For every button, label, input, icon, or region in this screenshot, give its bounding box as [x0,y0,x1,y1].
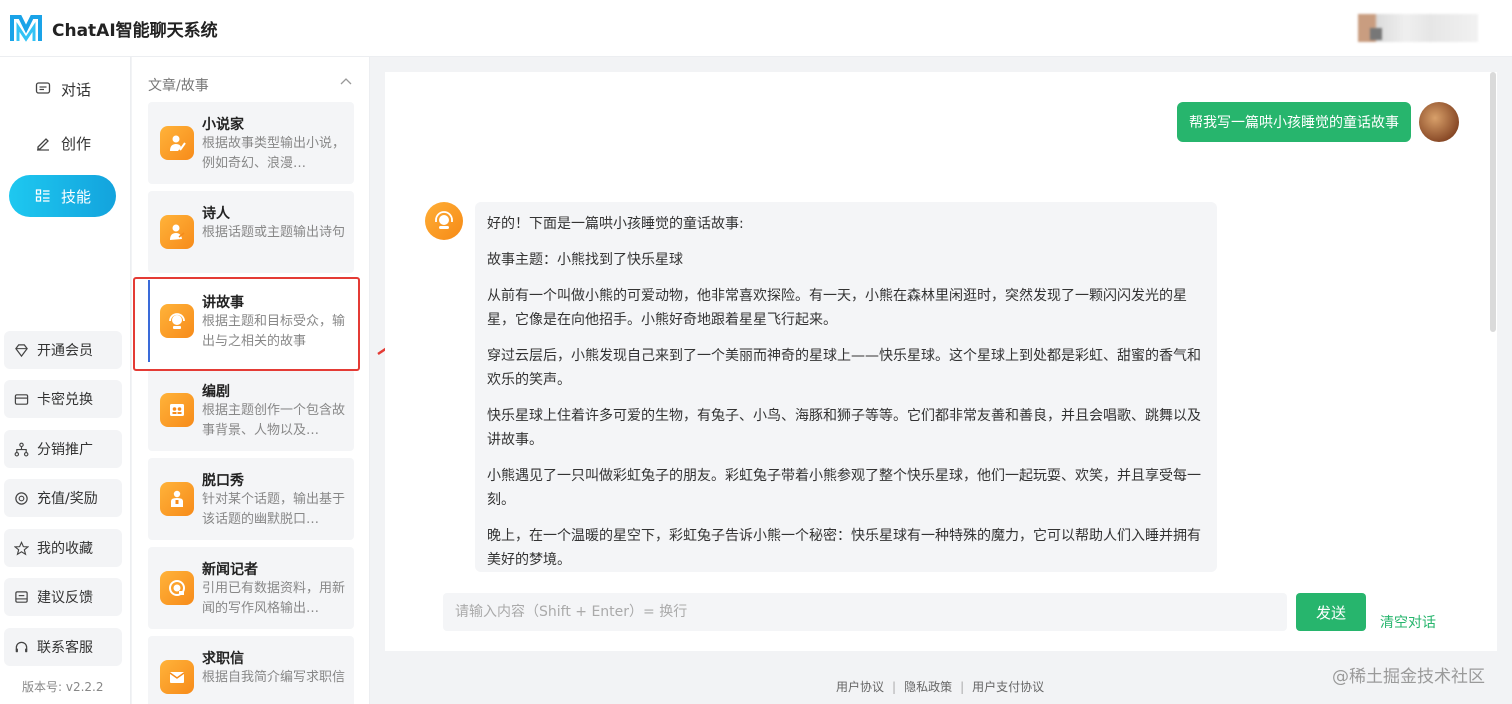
pencil-icon [37,138,49,151]
chat-area: 帮我写一篇哄小孩睡觉的童话故事 好的！下面是一篇哄小孩睡觉的童话故事: 故事主题… [385,72,1497,651]
envelope-icon [160,660,194,694]
feedback-button[interactable]: 建议反馈 [4,578,122,616]
nav-item-create[interactable]: 创作 [9,122,116,164]
skill-card-cover-letter[interactable]: 求职信 根据自我简介编写求职信 [148,636,354,704]
skill-card-poet[interactable]: 诗人 根据话题或主题输出诗句 [148,191,354,273]
card-icon [14,393,29,405]
skill-card-desc: 根据自我简介编写求职信 [202,670,346,685]
footer-separator: | [960,679,965,694]
selected-indicator [148,280,150,362]
nav-item-skills[interactable]: 技能 [9,175,116,217]
bot-message-paragraph: 故事主题：小熊找到了快乐星球 [487,252,683,268]
skill-card-novelist[interactable]: 小说家 根据故事类型输出小说，例如奇幻、浪漫… [148,102,354,184]
side-button-label: 联系客服 [37,640,93,656]
bot-avatar [425,202,463,240]
skills-panel: 文章/故事 小说家 根据故事类型输出小说，例如奇幻、浪漫… 诗人 根据话题或主题… [132,57,370,704]
side-button-label: 卡密兑换 [37,392,93,408]
customer-service-button[interactable]: 联系客服 [4,628,122,666]
clear-chat-button[interactable]: 清空对话 [1380,612,1436,632]
version-label: 版本号: v2.2.2 [22,680,104,694]
skill-card-title: 讲故事 [202,295,244,311]
skill-card-desc: 根据主题创作一个包含故事背景、人物以及… [202,403,346,438]
category-title: 文章/故事 [148,78,209,94]
bot-message-paragraph: 从前有一个叫做小熊的可爱动物，他非常喜欢探险。有一天，小熊在森林里闲逛时，突然发… [487,288,1187,328]
footer-link-payment-agreement[interactable]: 用户支付协议 [972,678,1044,695]
side-button-label: 建议反馈 [37,590,93,606]
skill-card-title: 脱口秀 [202,473,244,489]
skill-card-title: 新闻记者 [202,562,258,578]
screenwriter-icon [160,393,194,427]
star-icon [14,540,29,556]
left-nav: 对话 创作 技能 开通会员 卡密兑换 分销推广 充值/奖励 我的收藏 建议反馈 … [0,57,131,704]
skill-card-journalist[interactable]: 新闻记者 引用已有数据资料，用新闻的写作风格输出… [148,547,354,629]
side-button-label: 我的收藏 [37,541,93,557]
skill-card-title: 小说家 [202,117,244,133]
bot-message-paragraph: 晚上，在一个温暖的星空下，彩虹兔子告诉小熊一个秘密：快乐星球有一种特殊的魔力，它… [487,528,1201,568]
talk-show-icon [160,482,194,516]
novelist-icon [160,126,194,160]
nav-item-chat[interactable]: 对话 [9,68,116,110]
footer-link-user-agreement[interactable]: 用户协议 [836,678,884,695]
referral-button[interactable]: 分销推广 [4,430,122,468]
nav-item-label: 创作 [61,134,92,153]
send-button[interactable]: 发送 [1296,593,1366,631]
chat-icon [35,82,51,94]
user-message-bubble: 帮我写一篇哄小孩睡觉的童话故事 [1177,102,1411,142]
favorites-button[interactable]: 我的收藏 [4,529,122,567]
skill-card-desc: 根据故事类型输出小说，例如奇幻、浪漫… [202,136,346,171]
skill-card-title: 编剧 [202,384,230,400]
skills-grid-icon [35,189,50,202]
skill-card-screenwriter[interactable]: 编剧 根据主题创作一个包含故事背景、人物以及… [148,369,354,451]
user-profile-blurred-detail [1370,28,1382,40]
poet-icon [160,215,194,249]
skill-card-desc: 根据主题和目标受众，输出与之相关的故事 [202,314,346,349]
skill-card-desc: 引用已有数据资料，用新闻的写作风格输出… [202,581,346,616]
headset-bot-icon [435,211,453,229]
watermark-text: @稀土掘金技术社区 [1332,667,1485,687]
nav-item-label: 对话 [61,80,92,99]
skill-card-storyteller[interactable]: 讲故事 根据主题和目标受众，输出与之相关的故事 [148,280,354,362]
chevron-up-icon[interactable] [340,77,352,87]
m-logo-icon [10,15,42,42]
storyteller-icon [160,304,194,338]
skill-card-title: 诗人 [202,206,230,222]
bot-message-bubble: 好的！下面是一篇哄小孩睡觉的童话故事: 故事主题：小熊找到了快乐星球 从前有一个… [475,202,1217,572]
share-tree-icon [14,442,29,456]
side-button-label: 分销推广 [37,442,93,458]
journalist-icon [160,571,194,605]
bot-message-paragraph: 快乐星球上住着许多可爱的生物，有兔子、小鸟、海豚和狮子等等。它们都非常友善和善良… [487,408,1201,448]
app-title: ChatAI智能聊天系统 [52,21,218,41]
skill-card-desc: 针对某个话题，输出基于该话题的幽默脱口… [202,492,346,527]
footer-separator: | [892,679,897,694]
nav-item-label: 技能 [61,187,92,206]
footer-link-privacy[interactable]: 隐私政策 [904,678,952,695]
bot-message-paragraph: 穿过云层后，小熊发现自己来到了一个美丽而神奇的星球上——快乐星球。这个星球上到处… [487,348,1201,388]
bot-message-paragraph: 小熊遇见了一只叫做彩虹兔子的朋友。彩虹兔子带着小熊参观了整个快乐星球，他们一起玩… [487,468,1201,508]
bot-message-paragraph: 好的！下面是一篇哄小孩睡觉的童话故事: [487,216,744,232]
top-header: ChatAI智能聊天系统 [0,0,1512,57]
message-input[interactable] [443,593,1287,631]
skill-card-desc: 根据话题或主题输出诗句 [202,225,346,240]
redeem-card-button[interactable]: 卡密兑换 [4,380,122,418]
side-button-label: 开通会员 [37,343,93,359]
skill-card-title: 求职信 [202,651,244,667]
side-button-label: 充值/奖励 [37,491,98,507]
user-avatar [1419,102,1459,142]
coin-icon [15,491,28,505]
skill-card-talk-show[interactable]: 脱口秀 针对某个话题，输出基于该话题的幽默脱口… [148,458,354,540]
chat-scrollbar[interactable] [1490,72,1496,332]
feedback-icon [15,590,28,603]
recharge-button[interactable]: 充值/奖励 [4,479,122,517]
diamond-icon [15,343,28,357]
footer-links: 用户协议 | 隐私政策 | 用户支付协议 [836,678,1044,695]
headset-icon [15,641,28,652]
vip-button[interactable]: 开通会员 [4,331,122,369]
